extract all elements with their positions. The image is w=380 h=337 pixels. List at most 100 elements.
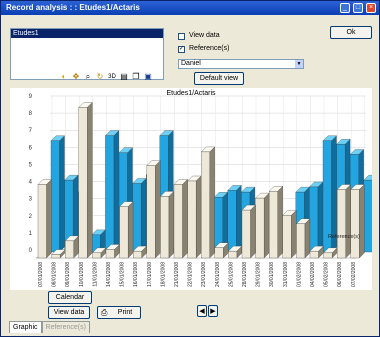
- bar-series-b: [255, 197, 265, 259]
- bar-series-b-side: [277, 185, 283, 259]
- x-tick-label: 14/01/2008: [106, 262, 112, 287]
- y-tick-label: 8: [29, 111, 33, 117]
- bar-series-b: [51, 254, 61, 259]
- bar-series-b: [309, 251, 319, 259]
- bar-series-a: [50, 140, 60, 253]
- bar-series-a: [363, 179, 373, 253]
- x-tick-label: 18/01/2008: [160, 262, 166, 287]
- bar-series-b-side: [291, 209, 297, 259]
- bar-chart: 012345678907/01/2008 08/01/2008 09/01/2008…: [29, 94, 378, 287]
- zoom-icon[interactable]: ⌕: [83, 72, 93, 82]
- bar-series-b-side: [87, 102, 93, 259]
- bar-series-a: [105, 135, 115, 253]
- minimize-button[interactable]: _: [340, 3, 350, 13]
- y-tick-label: 1: [29, 231, 33, 237]
- bar-series-a-side: [113, 130, 120, 253]
- bar-series-b-side: [263, 192, 270, 259]
- move-icon[interactable]: ✥: [71, 72, 81, 82]
- 3d-icon[interactable]: 3D: [107, 72, 117, 82]
- bar-series-b: [228, 251, 238, 259]
- x-tick-label: 16/01/2008: [133, 262, 139, 287]
- close-button[interactable]: ×: [366, 3, 376, 13]
- bar-series-b: [323, 252, 333, 259]
- bar-series-b-side: [127, 201, 134, 259]
- bar-series-b: [146, 165, 156, 259]
- bar-series-b-side: [155, 160, 161, 259]
- previous-button[interactable]: ◀: [197, 305, 207, 317]
- x-tick-label: 01/02/2008: [296, 262, 302, 287]
- bar-series-b: [92, 252, 102, 259]
- x-tick-label: 11/01/2008: [92, 262, 98, 287]
- tab-references[interactable]: Reference(s): [41, 321, 90, 333]
- chart-title: Etudes1/Actaris: [166, 90, 216, 97]
- bar-series-b-side: [182, 179, 188, 259]
- chevron-down-icon[interactable]: ▼: [295, 60, 303, 68]
- print-button-label: Print: [117, 309, 133, 316]
- palette-icon[interactable]: ◐: [59, 72, 69, 82]
- reference-checkbox[interactable]: ✓: [178, 46, 185, 53]
- y-tick-label: 0: [29, 248, 33, 254]
- rotate-icon[interactable]: ↻: [95, 72, 105, 82]
- view-data-button[interactable]: View data: [48, 306, 90, 319]
- maximize-button[interactable]: □: [353, 3, 363, 13]
- view-data-checkbox[interactable]: [178, 33, 185, 40]
- y-tick-label: 7: [29, 128, 33, 134]
- chart-toolbar: ◐ ✥ ⌕ ↻ 3D ▤ ❐ ▣: [59, 72, 153, 84]
- bar-series-b: [187, 180, 197, 259]
- bar-series-b: [65, 240, 74, 259]
- y-tick-label: 6: [29, 145, 33, 151]
- copy-icon[interactable]: ❐: [131, 72, 141, 82]
- ok-button[interactable]: Ok: [330, 26, 372, 39]
- next-button[interactable]: ▶: [208, 305, 218, 317]
- x-tick-label: 23/01/2008: [201, 262, 207, 287]
- x-tick-label: 24/01/2008: [215, 262, 221, 287]
- bar-series-b-side: [359, 184, 365, 259]
- bar-series-a-side: [59, 135, 65, 253]
- bar-series-b: [350, 189, 360, 259]
- x-tick-label: 05/02/2008: [324, 262, 330, 287]
- bar-series-b: [337, 189, 346, 259]
- chart-area: 0 1 2 3 4 5 6 7 8 9 07/01/2008 08/01/2008 09/01/2008…: [10, 88, 378, 290]
- bar-series-b-side: [250, 204, 256, 259]
- x-tick-label: 07/02/2008: [351, 262, 357, 287]
- bar-series-b-side: [345, 184, 351, 259]
- tab-graphic[interactable]: Graphic: [9, 321, 42, 333]
- bar-series-b-side: [195, 175, 202, 259]
- bar-series-a-side: [317, 181, 324, 253]
- bar-series-b: [214, 247, 224, 259]
- bar-series-b: [37, 184, 47, 259]
- x-tick-label: 21/01/2008: [174, 262, 180, 287]
- view-tabs: Graphic Reference(s): [9, 321, 90, 333]
- x-tick-label: 22/01/2008: [188, 262, 194, 287]
- bar-series-b: [160, 196, 170, 259]
- bar-series-a: [132, 183, 142, 253]
- bar-series-b: [282, 215, 292, 259]
- bar-series-b: [105, 249, 115, 259]
- default-view-button[interactable]: Default view: [194, 72, 244, 85]
- calendar-button[interactable]: Calendar: [48, 291, 92, 304]
- x-tick-label: 04/02/2008: [310, 262, 316, 287]
- list-item[interactable]: Etudes1: [11, 29, 163, 38]
- printer-icon: ⎙: [101, 308, 108, 317]
- bar-series-b: [173, 184, 183, 259]
- x-tick-label: 29/01/2008: [256, 262, 262, 287]
- bar-series-b: [201, 151, 210, 259]
- x-tick-label: 10/01/2008: [79, 262, 85, 287]
- reference-select[interactable]: Daniel ▼: [178, 59, 304, 69]
- bar-series-b-side: [304, 218, 311, 259]
- z-axis-label: Reference(s): [328, 234, 360, 240]
- x-tick-label: 25/01/2008: [228, 262, 234, 287]
- print-icon[interactable]: ▤: [119, 72, 129, 82]
- bar-series-b-side: [209, 146, 215, 259]
- title-bar[interactable]: Record analysis : : Etudes1/Actaris _ □ …: [1, 1, 379, 15]
- y-tick-label: 3: [29, 197, 33, 203]
- print-button[interactable]: ⎙ Print: [97, 306, 141, 319]
- save-icon[interactable]: ▣: [143, 72, 153, 82]
- bar-series-b: [78, 107, 88, 259]
- x-tick-label: 30/01/2008: [269, 262, 275, 287]
- bar-series-b: [296, 223, 306, 259]
- bar-series-a: [309, 186, 319, 253]
- bar-series-a: [227, 190, 237, 253]
- x-tick-label: 06/02/2008: [337, 262, 343, 287]
- x-tick-label: 08/01/2008: [52, 262, 58, 287]
